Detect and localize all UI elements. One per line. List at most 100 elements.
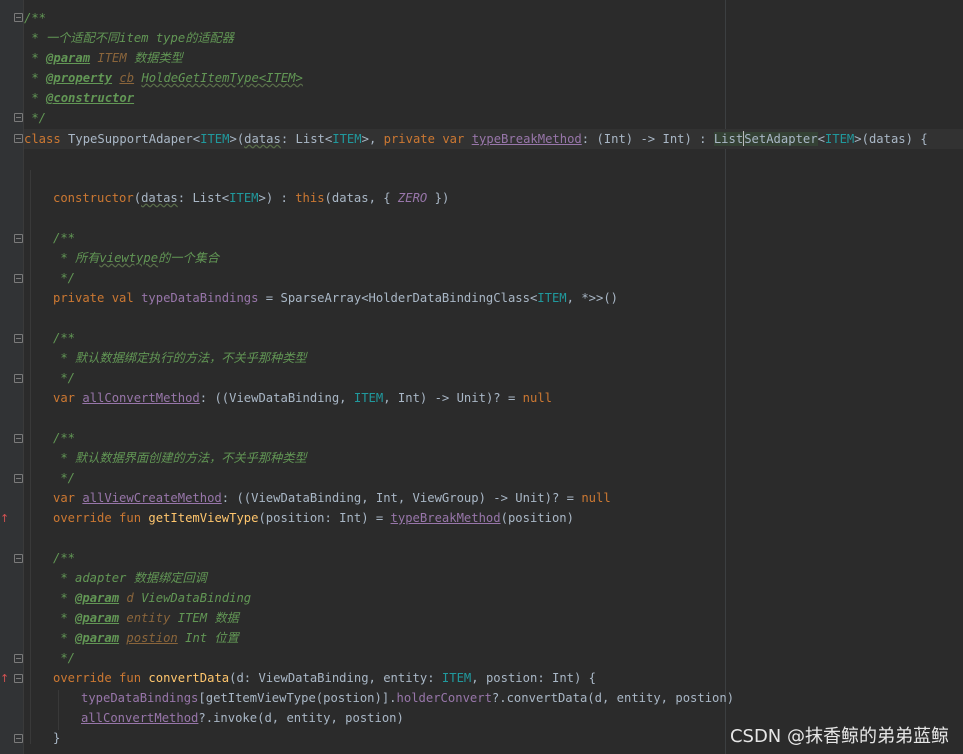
doc-comment: /** bbox=[53, 431, 76, 445]
code-line[interactable]: */ bbox=[24, 108, 46, 128]
code-line[interactable]: var allViewCreateMethod: ((ViewDataBindi… bbox=[53, 488, 611, 508]
doc-comment: */ bbox=[53, 371, 76, 385]
doc-comment: 位置 bbox=[214, 631, 239, 645]
fold-icon[interactable] bbox=[14, 654, 23, 663]
code-line[interactable]: /** bbox=[53, 548, 75, 568]
constructor-line[interactable]: constructor(datas: List<ITEM>) : this(da… bbox=[53, 188, 449, 208]
code-line[interactable]: typeDataBindings[getItemViewType(postion… bbox=[81, 688, 734, 708]
fold-icon[interactable] bbox=[14, 734, 23, 743]
doc-ref: d bbox=[119, 591, 142, 605]
code-line[interactable]: override fun getItemViewType(position: I… bbox=[53, 508, 574, 528]
right-margin-guide bbox=[725, 0, 726, 754]
doc-comment: 数据绑定回调 bbox=[133, 571, 207, 585]
keyword: var bbox=[442, 132, 465, 146]
code-line[interactable]: } bbox=[53, 728, 60, 748]
fold-icon[interactable] bbox=[14, 374, 23, 383]
property-name: holderConvert bbox=[396, 691, 492, 705]
doc-comment: * 默认数据绑定执行的方法，不关乎那种类型 bbox=[53, 351, 307, 365]
code-line[interactable]: */ bbox=[53, 648, 75, 668]
doc-ref: cb bbox=[119, 71, 135, 85]
code-line[interactable]: allConvertMethod?.invoke(d, entity, post… bbox=[81, 708, 404, 728]
keyword: private bbox=[383, 132, 435, 146]
keyword: var bbox=[53, 491, 76, 505]
code-line[interactable]: /** bbox=[53, 328, 75, 348]
keyword: null bbox=[581, 491, 611, 505]
code-line[interactable]: * @param postion Int 位置 bbox=[53, 628, 239, 648]
code-line[interactable]: */ bbox=[53, 268, 75, 288]
code-line[interactable]: * 一个适配不同item type的适配器 bbox=[24, 28, 234, 48]
generic-type: ITEM bbox=[353, 391, 384, 405]
code-line[interactable]: * adapter 数据绑定回调 bbox=[53, 568, 207, 588]
property-name: allConvertMethod bbox=[81, 711, 199, 725]
property-name: typeDataBindings bbox=[141, 291, 259, 305]
override-arrow-icon[interactable]: ↑ bbox=[0, 512, 9, 526]
generic-type: ITEM bbox=[537, 291, 567, 305]
doc-comment: */ bbox=[53, 651, 76, 665]
function-name: getItemViewType bbox=[148, 511, 259, 525]
code-line[interactable]: * @param ITEM 数据类型 bbox=[24, 48, 183, 68]
code-line[interactable]: * @param d ViewDataBinding bbox=[53, 588, 251, 608]
type-name: SetAdapter bbox=[744, 132, 818, 146]
fold-icon[interactable] bbox=[14, 274, 23, 283]
fold-icon[interactable] bbox=[14, 474, 23, 483]
code-text: : ((ViewDataBinding, bbox=[199, 391, 354, 405]
code-line[interactable]: */ bbox=[53, 468, 75, 488]
code-line[interactable]: * 默认数据绑定执行的方法，不关乎那种类型 bbox=[53, 348, 307, 368]
keyword: override fun bbox=[53, 511, 142, 525]
code-line[interactable]: */ bbox=[53, 368, 75, 388]
keyword: null bbox=[522, 391, 552, 405]
generic-type: ITEM bbox=[229, 191, 259, 205]
doc-comment: * 默认数据界面创建的方法，不关乎那种类型 bbox=[53, 451, 307, 465]
keyword: this bbox=[295, 191, 325, 205]
doc-comment: 的一个集合 bbox=[158, 251, 220, 265]
code-line[interactable]: /** bbox=[53, 428, 75, 448]
fold-icon[interactable] bbox=[14, 334, 23, 343]
code-line[interactable]: * @constructor bbox=[24, 88, 134, 108]
code-text: [getItemViewType(postion)]. bbox=[198, 691, 397, 705]
property-name: typeBreakMethod bbox=[471, 132, 582, 146]
doc-comment: Int bbox=[177, 631, 215, 645]
param-name: datas bbox=[141, 191, 178, 205]
doc-comment: ViewDataBinding bbox=[141, 591, 252, 605]
fold-icon[interactable] bbox=[14, 13, 23, 22]
fold-icon[interactable] bbox=[14, 674, 23, 683]
keyword: class bbox=[24, 132, 61, 146]
class-declaration-line[interactable]: class TypeSupportAdaper<ITEM>(datas: Lis… bbox=[24, 129, 928, 149]
property-name: typeBreakMethod bbox=[390, 511, 501, 525]
code-text: : ((ViewDataBinding, Int, ViewGroup) -> … bbox=[221, 491, 582, 505]
code-line[interactable]: override fun convertData(d: ViewDataBind… bbox=[53, 668, 596, 688]
code-line[interactable]: * 所有viewtype的一个集合 bbox=[53, 248, 219, 268]
doc-comment: /** bbox=[53, 331, 76, 345]
doc-comment: */ bbox=[53, 471, 76, 485]
keyword: override fun bbox=[53, 671, 142, 685]
fold-icon[interactable] bbox=[14, 113, 23, 122]
code-line[interactable]: * 默认数据界面创建的方法，不关乎那种类型 bbox=[53, 448, 307, 468]
doc-ref: entity bbox=[119, 611, 178, 625]
doc-ref: ITEM bbox=[90, 51, 135, 65]
fold-icon[interactable] bbox=[14, 434, 23, 443]
code-text: , Int) -> Unit)? = bbox=[383, 391, 523, 405]
code-line[interactable]: /** bbox=[24, 8, 46, 28]
code-text: (position) bbox=[500, 511, 574, 525]
doc-tag: @constructor bbox=[46, 91, 135, 105]
code-text: } bbox=[53, 731, 61, 745]
override-arrow-icon[interactable]: ↑ bbox=[0, 672, 9, 686]
fold-icon[interactable] bbox=[14, 234, 23, 243]
fold-icon[interactable] bbox=[14, 554, 23, 563]
doc-comment: /** bbox=[53, 551, 76, 565]
constant: ZERO bbox=[397, 191, 428, 205]
fold-icon[interactable] bbox=[14, 134, 23, 143]
doc-comment: 的适配器 bbox=[185, 31, 234, 45]
doc-ref: postion bbox=[126, 631, 178, 645]
code-line[interactable]: * @property cb HoldeGetItemType<ITEM> bbox=[24, 68, 303, 88]
doc-comment: * 一个适配不同 bbox=[24, 31, 120, 45]
code-line[interactable]: private val typeDataBindings = SparseArr… bbox=[53, 288, 618, 308]
code-line[interactable]: var allConvertMethod: ((ViewDataBinding,… bbox=[53, 388, 552, 408]
doc-comment: * bbox=[53, 591, 76, 605]
function-name: convertData bbox=[148, 671, 230, 685]
code-line[interactable]: /** bbox=[53, 228, 75, 248]
doc-comment: * bbox=[24, 51, 47, 65]
property-name: typeDataBindings bbox=[81, 691, 199, 705]
type-name: List bbox=[192, 191, 222, 205]
code-line[interactable]: * @param entity ITEM 数据 bbox=[53, 608, 238, 628]
